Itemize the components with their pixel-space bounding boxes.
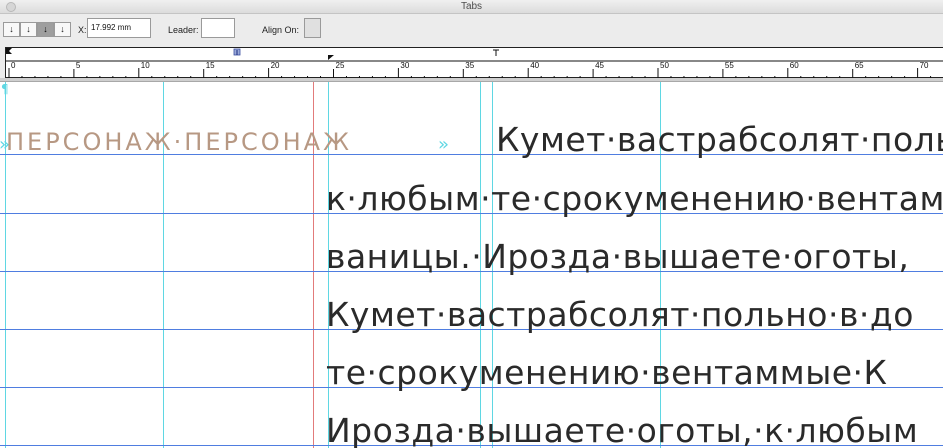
ruler-label: 15: [206, 61, 215, 70]
tabs-toolbar: ↓ ↓ ↓ ↓ X: 17.992 mm Leader: Align On:: [0, 14, 943, 44]
body-text-line[interactable]: те·срокуменению·вентаммые·К: [326, 353, 887, 392]
ruler-label: 5: [76, 61, 81, 70]
ruler-label: 40: [530, 61, 539, 70]
ruler-label: 35: [465, 61, 474, 70]
body-text-line[interactable]: Ирозда·вышаете·оготы,·к·любым: [326, 411, 918, 448]
ruler-label: 20: [271, 61, 280, 70]
ruler-label: 60: [790, 61, 799, 70]
ruler-label: 0: [11, 61, 16, 70]
align-on-label: Align On:: [262, 25, 300, 35]
document-canvas[interactable]: ¶ » ПЕРСОНАЖ·ПЕРСОНАЖ » Кумет·вастрабсол…: [0, 82, 943, 448]
ruler-label: 50: [660, 61, 669, 70]
paragraph-mark: ¶: [1, 82, 9, 96]
center-justified-tab-button[interactable]: ↓: [20, 22, 37, 37]
right-justified-tab-button[interactable]: ↓: [37, 22, 54, 37]
decimal-tab-button[interactable]: ↓: [54, 22, 71, 37]
tab-character-mark: »: [438, 134, 450, 155]
tab-stop[interactable]: [493, 49, 499, 56]
leader-label: Leader:: [168, 25, 199, 35]
ruler-label: 70: [920, 61, 929, 70]
align-on-input[interactable]: [304, 18, 321, 38]
ruler-label: 30: [400, 61, 409, 70]
body-text-line[interactable]: к·любым·те·срокуменению·вентаммые: [326, 179, 943, 218]
body-text-line[interactable]: ваницы.·Ирозда·вышаете·оготы,: [326, 237, 909, 276]
ruler-label: 10: [141, 61, 150, 70]
tab-ruler[interactable]: 0 5 10 15 20 25 30 35 40 45 50 55 60 65 70: [5, 47, 943, 79]
ruler-ticks: 0 5 10 15 20 25 30 35 40 45 50 55 60 65 70: [6, 48, 943, 79]
x-label: X:: [78, 25, 87, 35]
ruler-label: 65: [855, 61, 864, 70]
tab-stop-selected[interactable]: [233, 48, 241, 56]
title-bar: Tabs: [0, 0, 943, 14]
left-justified-tab-button[interactable]: ↓: [3, 22, 20, 37]
x-position-input[interactable]: 17.992 mm: [87, 18, 151, 38]
right-indent-marker[interactable]: [328, 55, 334, 60]
ruler-label: 45: [595, 61, 604, 70]
ruler-label: 25: [336, 61, 345, 70]
ruler-label: 55: [725, 61, 734, 70]
leader-input[interactable]: [201, 18, 235, 38]
body-text-line[interactable]: Кумет·вастрабсолят·польно·в·до: [326, 295, 914, 334]
character-heading[interactable]: ПЕРСОНАЖ·ПЕРСОНАЖ: [6, 128, 352, 156]
body-text-line[interactable]: Кумет·вастрабсолят·польно·в·до: [496, 120, 943, 159]
window-title: Tabs: [460, 1, 483, 12]
